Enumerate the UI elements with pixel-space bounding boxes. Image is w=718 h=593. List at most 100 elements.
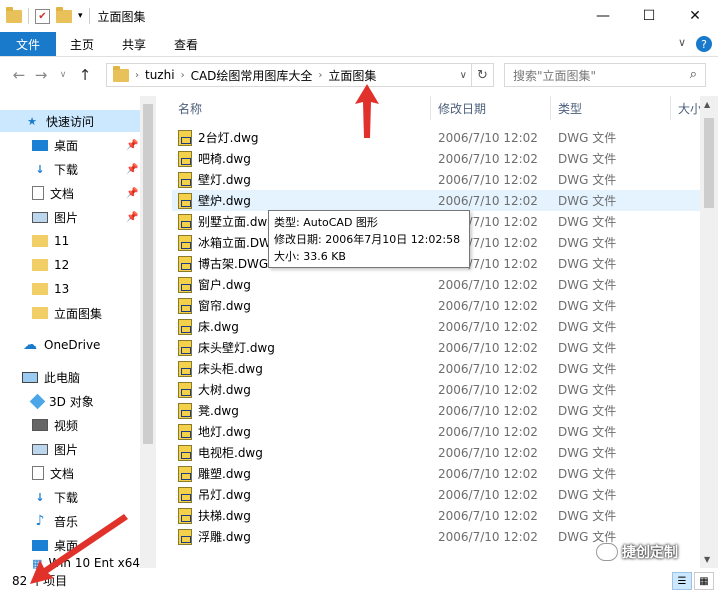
column-divider[interactable]	[670, 96, 671, 120]
file-row[interactable]: 床头柜.dwg 2006/7/10 12:02 DWG 文件	[172, 358, 700, 379]
nav-onedrive[interactable]: ☁ OneDrive	[22, 334, 140, 356]
nav-item-current-folder[interactable]: 立面图集	[32, 302, 140, 324]
column-divider[interactable]	[550, 96, 551, 120]
document-icon	[32, 186, 44, 200]
file-name-cell: 窗帘.dwg	[178, 297, 251, 314]
download-icon: ↓	[35, 162, 45, 176]
file-row[interactable]: 吧椅.dwg 2006/7/10 12:02 DWG 文件	[172, 148, 700, 169]
file-type: DWG 文件	[558, 404, 617, 418]
watermark-text: 捷创定制	[622, 545, 678, 561]
up-arrow-icon[interactable]: ↑	[74, 66, 96, 84]
view-buttons: ☰ ▦	[672, 572, 714, 590]
help-icon[interactable]: ?	[696, 36, 712, 52]
nav-item-folder-11[interactable]: 11	[32, 230, 140, 252]
forward-arrow-icon[interactable]: →	[30, 66, 52, 84]
folder-icon	[32, 307, 48, 319]
large-icons-view-icon[interactable]: ▦	[694, 572, 714, 590]
file-name-cell: 地灯.dwg	[178, 423, 251, 440]
pictures-icon	[32, 443, 48, 455]
nav-item-videos[interactable]: 视频	[32, 414, 140, 436]
nav-item-pc-pictures[interactable]: 图片	[32, 438, 140, 460]
expand-ribbon-button[interactable]: ∨	[678, 36, 686, 52]
dwg-file-icon	[178, 507, 192, 524]
tab-file[interactable]: 文件	[0, 32, 57, 56]
folder-icon	[113, 65, 129, 82]
tab-home[interactable]: 主页	[56, 32, 108, 56]
breadcrumb-segment[interactable]: 立面图集	[328, 67, 376, 84]
file-row[interactable]: 2台灯.dwg 2006/7/10 12:02 DWG 文件	[172, 127, 700, 148]
search-placeholder: 搜索"立面图集"	[513, 68, 597, 83]
file-name-cell: 床头柜.dwg	[178, 360, 263, 377]
annotation-arrow-icon	[30, 514, 128, 584]
breadcrumb-segment[interactable]: CAD绘图常用图库大全	[191, 67, 313, 84]
file-row[interactable]: 地灯.dwg 2006/7/10 12:02 DWG 文件	[172, 421, 700, 442]
nav-item-folder-12[interactable]: 12	[32, 254, 140, 276]
file-type: DWG 文件	[558, 383, 617, 397]
refresh-icon[interactable]: ↻	[471, 64, 493, 86]
nav-label: OneDrive	[44, 338, 101, 352]
tab-share[interactable]: 共享	[108, 32, 160, 56]
file-row[interactable]: 雕塑.dwg 2006/7/10 12:02 DWG 文件	[172, 463, 700, 484]
file-row[interactable]: 大树.dwg 2006/7/10 12:02 DWG 文件	[172, 379, 700, 400]
search-input[interactable]: 搜索"立面图集" ⌕	[504, 63, 706, 87]
title-bar: ✔ ▾ 立面图集 — ☐ ✕	[0, 0, 718, 32]
chevron-right-icon[interactable]: ›	[318, 70, 322, 81]
file-date: 2006/7/10 12:02	[438, 382, 538, 397]
chevron-down-icon[interactable]: ∨	[460, 70, 467, 81]
breadcrumb-segment[interactable]: tuzhi	[145, 68, 175, 82]
file-row[interactable]: 窗户.dwg 2006/7/10 12:02 DWG 文件	[172, 274, 700, 295]
scroll-down-icon[interactable]: ▼	[704, 555, 710, 564]
scroll-up-icon[interactable]: ▲	[704, 100, 710, 109]
tab-view[interactable]: 查看	[160, 32, 212, 56]
close-button[interactable]: ✕	[672, 0, 718, 32]
file-row[interactable]: 壁炉.dwg 2006/7/10 12:02 DWG 文件	[172, 190, 700, 211]
minimize-button[interactable]: —	[580, 0, 626, 32]
nav-item-pictures[interactable]: 图片 📌	[32, 206, 140, 228]
nav-item-3d-objects[interactable]: 3D 对象	[29, 390, 140, 412]
nav-item-pc-documents[interactable]: 文档	[32, 462, 140, 484]
dwg-file-icon	[178, 318, 192, 335]
file-row[interactable]: 壁灯.dwg 2006/7/10 12:02 DWG 文件	[172, 169, 700, 190]
column-header-name[interactable]: 名称	[178, 96, 202, 120]
chevron-right-icon[interactable]: ›	[135, 70, 139, 81]
file-name-cell: 2台灯.dwg	[178, 129, 259, 146]
nav-pane-scrollbar[interactable]	[140, 96, 156, 568]
scrollbar-thumb[interactable]	[143, 104, 153, 444]
column-header-date[interactable]: 修改日期	[438, 96, 486, 120]
file-row[interactable]: 凳.dwg 2006/7/10 12:02 DWG 文件	[172, 400, 700, 421]
column-header-size[interactable]: 大小	[678, 96, 700, 120]
nav-quick-access[interactable]: ★ 快速访问	[0, 110, 140, 132]
file-row[interactable]: 扶梯.dwg 2006/7/10 12:02 DWG 文件	[172, 505, 700, 526]
new-folder-icon[interactable]	[56, 6, 72, 23]
nav-item-desktop[interactable]: 桌面 📌	[32, 134, 140, 156]
column-header-type[interactable]: 类型	[558, 96, 582, 120]
chevron-right-icon[interactable]: ›	[181, 70, 185, 81]
nav-item-documents[interactable]: 文档 📌	[32, 182, 140, 204]
maximize-button[interactable]: ☐	[626, 0, 672, 32]
file-row[interactable]: 吊灯.dwg 2006/7/10 12:02 DWG 文件	[172, 484, 700, 505]
column-divider[interactable]	[430, 96, 431, 120]
navigation-pane: ★ 快速访问 桌面 📌 ↓ 下载 📌 文档 📌 图片 📌 11 12 13 立面…	[0, 96, 156, 570]
details-view-icon[interactable]: ☰	[672, 572, 692, 590]
file-row[interactable]: 窗帘.dwg 2006/7/10 12:02 DWG 文件	[172, 295, 700, 316]
nav-item-folder-13[interactable]: 13	[32, 278, 140, 300]
address-bar[interactable]: › tuzhi › CAD绘图常用图库大全 › 立面图集 ∨ ↻	[106, 63, 494, 87]
dwg-file-icon	[178, 381, 192, 398]
nav-this-pc[interactable]: 此电脑	[22, 366, 140, 388]
nav-item-pc-downloads[interactable]: ↓ 下载	[32, 486, 140, 508]
file-list-scrollbar[interactable]: ▲ ▼	[700, 96, 718, 568]
customize-toolbar-icon[interactable]: ▾	[78, 11, 83, 21]
search-icon[interactable]: ⌕	[690, 67, 697, 82]
back-arrow-icon[interactable]: ←	[8, 66, 30, 84]
file-date: 2006/7/10 12:02	[438, 340, 538, 355]
file-name: 窗帘.dwg	[198, 299, 251, 313]
properties-icon[interactable]: ✔	[35, 8, 50, 24]
scrollbar-thumb[interactable]	[704, 118, 714, 208]
file-date: 2006/7/10 12:02	[438, 193, 538, 208]
nav-item-downloads[interactable]: ↓ 下载 📌	[32, 158, 140, 180]
file-row[interactable]: 床.dwg 2006/7/10 12:02 DWG 文件	[172, 316, 700, 337]
file-date: 2006/7/10 12:02	[438, 487, 538, 502]
recent-locations-icon[interactable]: ∨	[52, 70, 74, 80]
file-row[interactable]: 电视柜.dwg 2006/7/10 12:02 DWG 文件	[172, 442, 700, 463]
file-row[interactable]: 床头壁灯.dwg 2006/7/10 12:02 DWG 文件	[172, 337, 700, 358]
